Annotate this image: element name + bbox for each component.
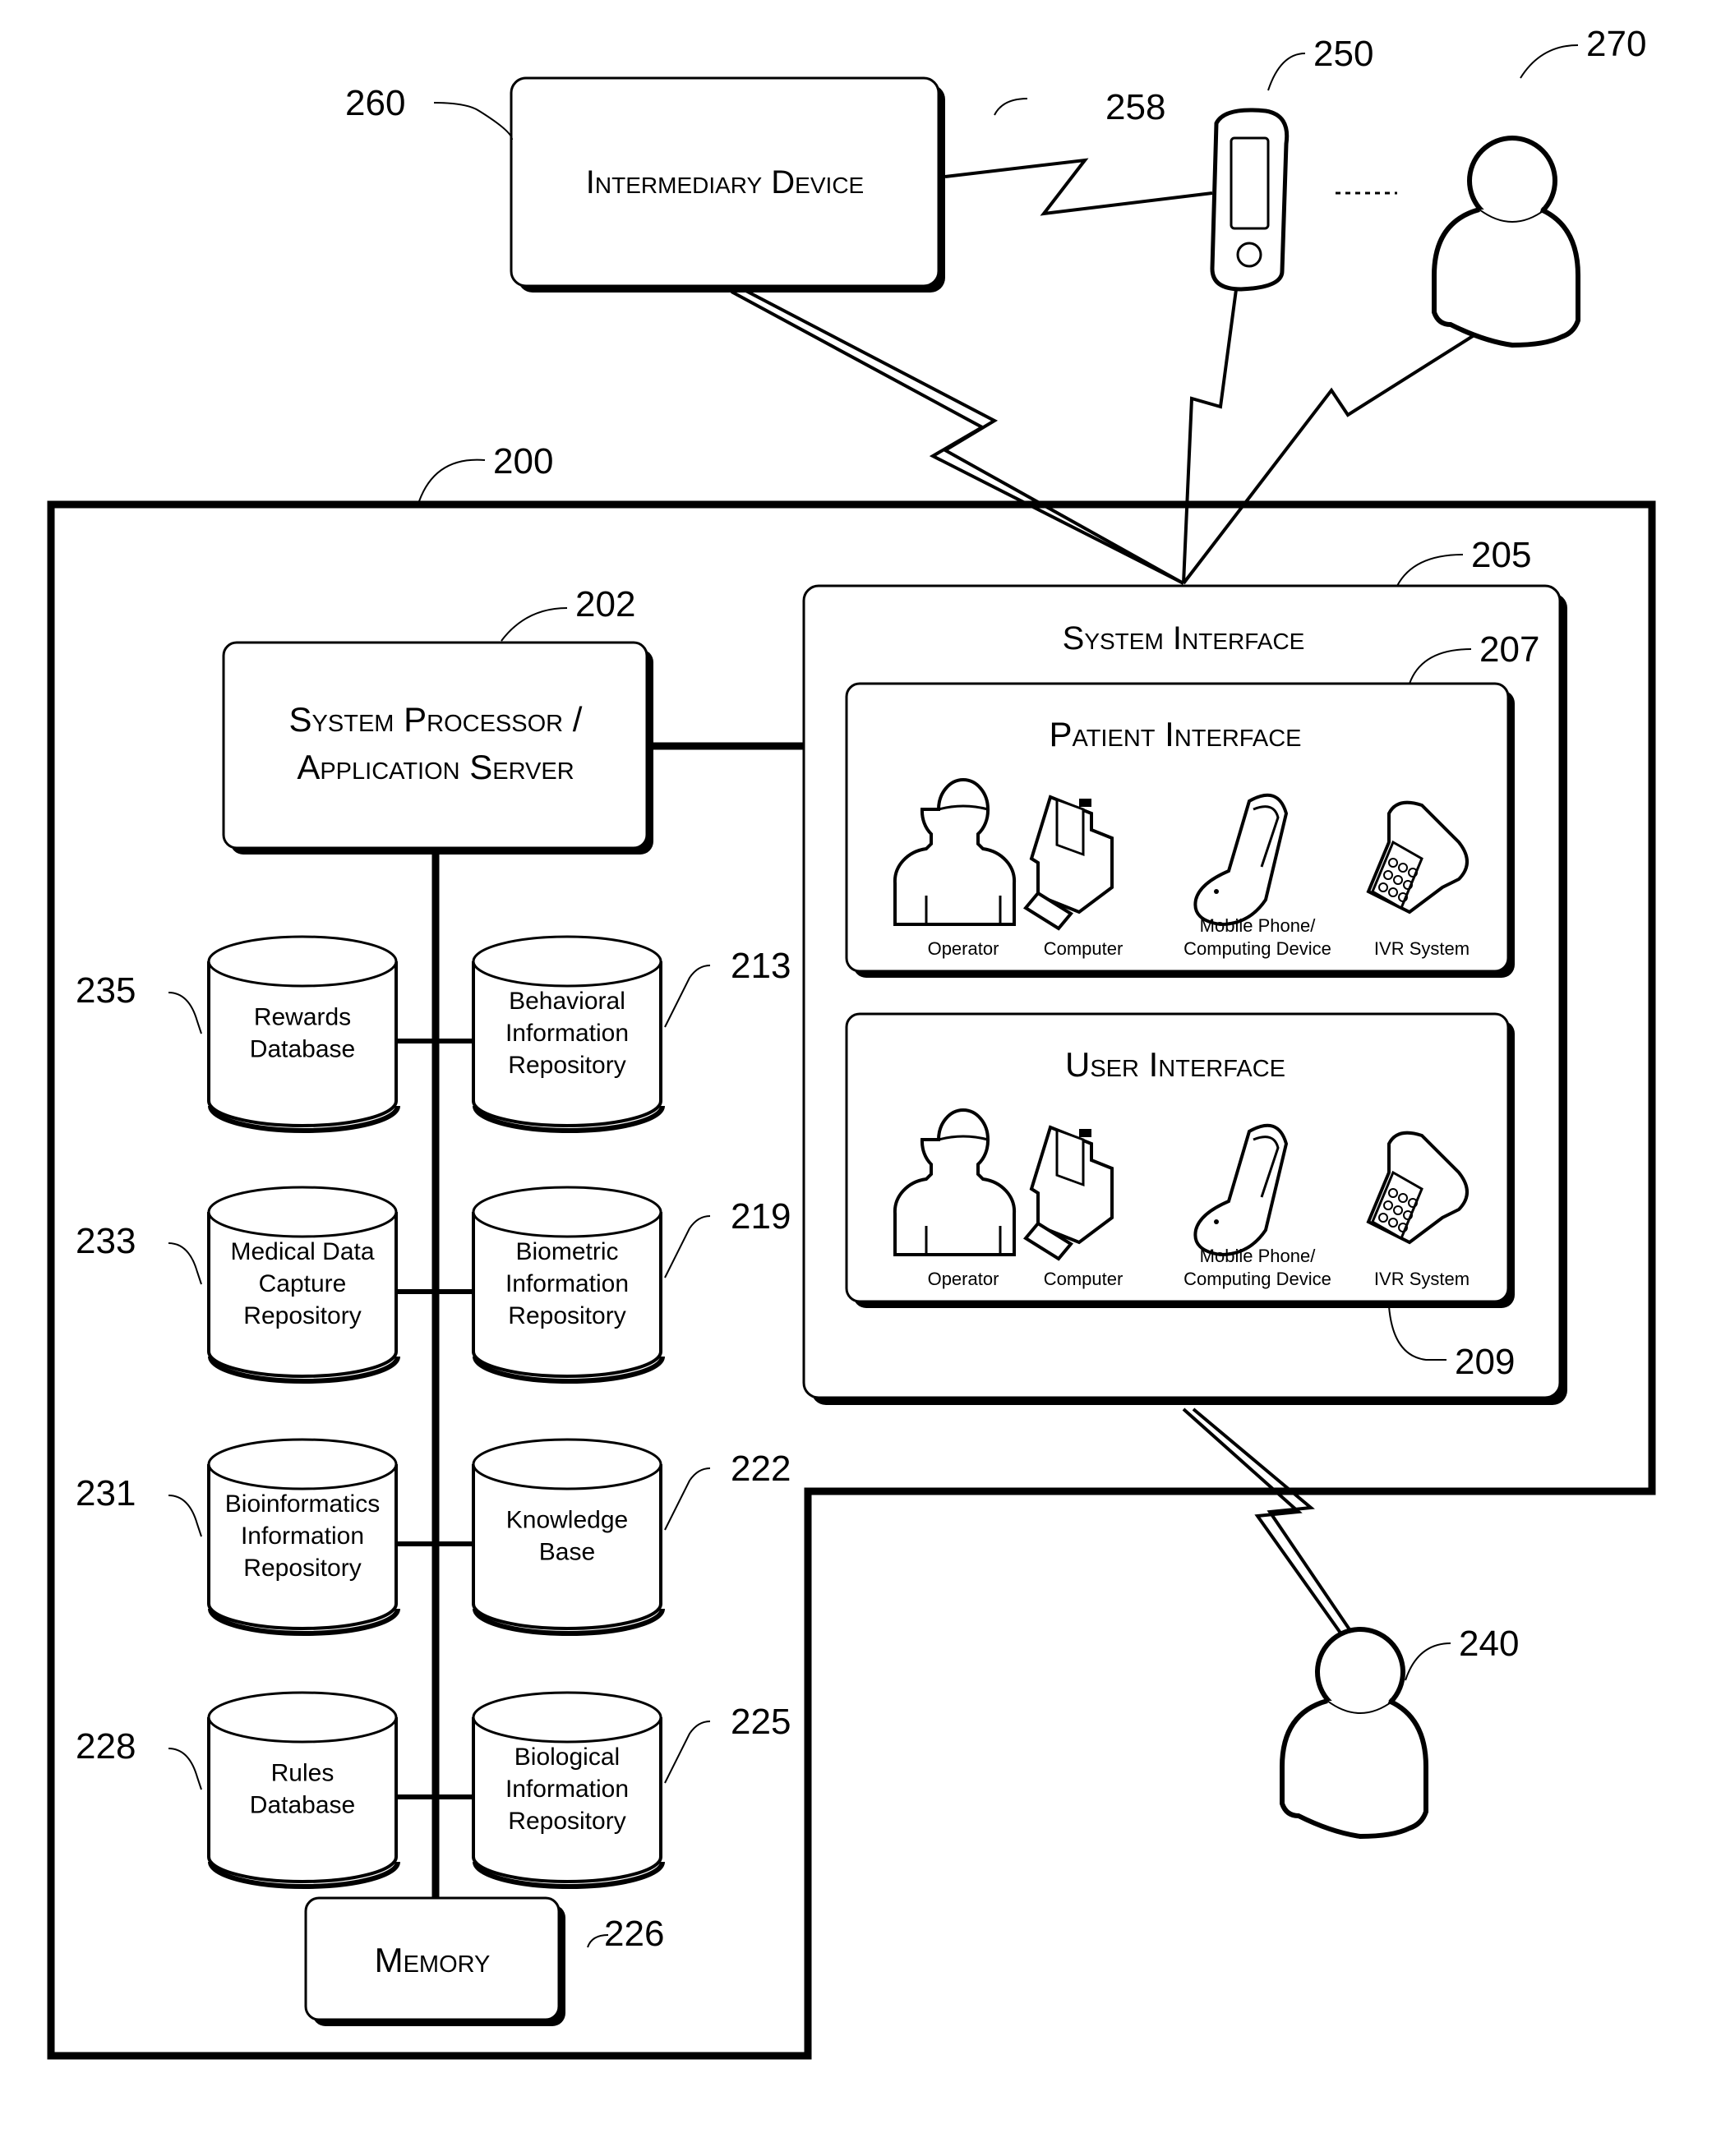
- ref-200: 200: [493, 441, 553, 481]
- database-label: Biometric: [515, 1238, 618, 1265]
- ref-233: 233: [76, 1221, 136, 1261]
- database-label: Information: [505, 1776, 629, 1803]
- device-label: IVR System: [1374, 938, 1470, 959]
- ref-226: 226: [604, 1914, 664, 1954]
- database-label: Bioinformatics: [225, 1490, 380, 1518]
- database-label: Repository: [243, 1302, 361, 1329]
- ref-240: 240: [1459, 1624, 1519, 1664]
- intermediary-device-label: Intermediary Device: [586, 164, 864, 200]
- database-label: Information: [241, 1523, 364, 1550]
- database-label: Rewards: [254, 1004, 351, 1031]
- database-label: Information: [505, 1270, 629, 1297]
- intermediary-device[interactable]: Intermediary Device: [510, 76, 945, 293]
- device-label: Mobile Phone/: [1200, 915, 1317, 936]
- database-cylinder[interactable]: Bioinformatics Information Repository: [207, 1438, 400, 1636]
- ref-225: 225: [731, 1702, 791, 1742]
- device-label: Computing Device: [1183, 938, 1331, 959]
- database-cylinder[interactable]: Biological Information Repository: [472, 1691, 665, 1889]
- ref-260: 260: [345, 83, 405, 123]
- ref-228: 228: [76, 1726, 136, 1767]
- database-cylinder[interactable]: Behavioral Information Repository: [472, 935, 665, 1133]
- ref-231: 231: [76, 1473, 136, 1513]
- database-label: Information: [505, 1020, 629, 1047]
- device-label: Operator: [928, 938, 999, 959]
- ref-235: 235: [76, 970, 136, 1011]
- ref-209: 209: [1455, 1342, 1515, 1382]
- database-label: Medical Data: [230, 1238, 374, 1265]
- ref-258: 258: [1105, 87, 1165, 127]
- database-label: Repository: [508, 1302, 625, 1329]
- database-label: Capture: [259, 1270, 347, 1297]
- database-label: Repository: [243, 1555, 361, 1582]
- ref-222: 222: [731, 1449, 791, 1489]
- remote-user-icon: [1434, 138, 1578, 345]
- database-cylinder[interactable]: Rules Database: [207, 1691, 400, 1889]
- ref-250: 250: [1313, 34, 1373, 74]
- database-label: Behavioral: [509, 988, 625, 1015]
- device-label: Operator: [928, 1269, 999, 1289]
- user-240-icon: [1282, 1629, 1426, 1836]
- device-label: Computer: [1044, 1269, 1123, 1289]
- database-label: Biological: [514, 1744, 620, 1771]
- memory-label: Memory: [375, 1941, 491, 1979]
- processor-label-line1: System Processor /: [289, 700, 583, 739]
- patient-interface-title: Patient Interface: [1050, 715, 1302, 753]
- database-label: Database: [250, 1792, 355, 1819]
- database-label: Repository: [508, 1052, 625, 1079]
- ref-270: 270: [1586, 24, 1646, 64]
- database-cylinder[interactable]: Biometric Information Repository: [472, 1186, 665, 1384]
- ref-213: 213: [731, 946, 791, 986]
- ref-205: 205: [1471, 535, 1531, 575]
- device-label: Mobile Phone/: [1200, 1246, 1317, 1266]
- memory[interactable]: Memory: [304, 1896, 565, 2026]
- database-label: Base: [539, 1539, 595, 1566]
- database-label: Repository: [508, 1808, 625, 1835]
- database-cylinder[interactable]: Knowledge Base: [472, 1438, 665, 1636]
- device-label: Computing Device: [1183, 1269, 1331, 1289]
- system-interface-title: System Interface: [1063, 620, 1305, 656]
- mobile-device[interactable]: [1210, 108, 1290, 292]
- device-label: Computer: [1044, 938, 1123, 959]
- database-label: Database: [250, 1036, 355, 1063]
- processor-label-line2: Application Server: [297, 748, 574, 786]
- database-label: Rules: [271, 1760, 335, 1787]
- database-label: Knowledge: [506, 1507, 628, 1534]
- ref-207: 207: [1479, 629, 1539, 670]
- user-interface-title: User Interface: [1065, 1045, 1285, 1084]
- database-cylinder[interactable]: Rewards Database: [207, 935, 400, 1133]
- ref-219: 219: [731, 1196, 791, 1237]
- ref-202: 202: [575, 584, 635, 624]
- database-cylinder[interactable]: Medical Data Capture Repository: [207, 1186, 400, 1384]
- device-label: IVR System: [1374, 1269, 1470, 1289]
- system-diagram: Intermediary Device System Processor / A…: [47, 24, 1656, 2060]
- system-processor[interactable]: System Processor / Application Server: [222, 641, 653, 855]
